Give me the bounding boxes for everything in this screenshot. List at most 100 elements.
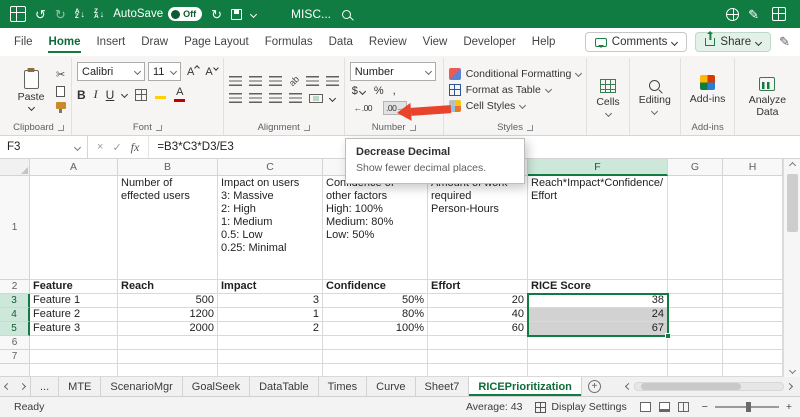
pencil-icon[interactable]: ✎	[748, 8, 759, 21]
tab-insert[interactable]: Insert	[88, 31, 133, 53]
column-header-b[interactable]: B	[118, 159, 218, 176]
cell-styles-button[interactable]: Cell Styles	[448, 99, 582, 112]
italic-button[interactable]: I	[94, 87, 98, 102]
column-header-g[interactable]: G	[668, 159, 723, 176]
cell[interactable]	[323, 336, 428, 350]
apps-grid-icon[interactable]	[772, 7, 786, 21]
underline-button[interactable]: U	[106, 88, 115, 102]
cell[interactable]: Amount of work required Person-Hours	[428, 176, 528, 280]
tab-draw[interactable]: Draw	[133, 31, 176, 53]
sheet-tab-goalseek[interactable]: GoalSeek	[183, 377, 251, 396]
cell[interactable]: 24	[528, 308, 668, 322]
tab-formulas[interactable]: Formulas	[257, 31, 321, 53]
cell[interactable]	[323, 350, 428, 364]
cell[interactable]: Reach	[118, 280, 218, 294]
font-color-button[interactable]: A	[174, 87, 186, 102]
zoom-in-icon[interactable]: +	[786, 401, 792, 413]
column-header-f[interactable]: F	[528, 159, 668, 176]
display-settings-button[interactable]: Display Settings	[535, 401, 627, 413]
tab-review[interactable]: Review	[361, 31, 415, 53]
addins-button[interactable]: Add-ins	[686, 59, 730, 120]
tab-data[interactable]: Data	[321, 31, 361, 53]
cell[interactable]: Feature 2	[30, 308, 118, 322]
underline-chevron-icon[interactable]	[121, 90, 129, 99]
sheet-tab-times[interactable]: Times	[319, 377, 368, 396]
paste-button[interactable]: Paste	[11, 59, 51, 120]
accounting-format-button[interactable]: $	[352, 85, 366, 97]
cell[interactable]	[30, 176, 118, 280]
sort-ascending-icon[interactable]: A Z ↓	[75, 8, 85, 20]
save-icon[interactable]	[231, 8, 242, 20]
sheet-tab-scenariomgr[interactable]: ScenarioMgr	[101, 377, 183, 396]
page-layout-view-icon[interactable]	[658, 402, 670, 412]
insert-function-icon[interactable]: fx	[131, 140, 140, 155]
cell[interactable]	[723, 308, 783, 322]
column-header-c[interactable]: C	[218, 159, 323, 176]
cell[interactable]	[528, 336, 668, 350]
cell[interactable]	[668, 280, 723, 294]
align-top-icon[interactable]	[228, 76, 242, 86]
cell[interactable]	[668, 176, 723, 280]
cell[interactable]	[528, 350, 668, 364]
cell[interactable]: 20	[428, 294, 528, 308]
globe-icon[interactable]	[726, 7, 740, 21]
sheet-tab-overflow[interactable]: ...	[30, 377, 60, 396]
format-painter-icon[interactable]	[56, 102, 66, 113]
sort-descending-icon[interactable]: Z A ↓	[94, 8, 104, 20]
cell[interactable]	[218, 336, 323, 350]
cell[interactable]: Confidence	[323, 280, 428, 294]
align-middle-icon[interactable]	[248, 76, 262, 86]
cell[interactable]	[528, 364, 668, 377]
sheet-tab-curve[interactable]: Curve	[367, 377, 416, 396]
merge-chevron-icon[interactable]	[328, 94, 336, 102]
align-center-icon[interactable]	[248, 93, 262, 103]
tab-view[interactable]: View	[415, 31, 456, 53]
cell[interactable]	[118, 364, 218, 377]
row-header[interactable]: 1	[0, 176, 30, 280]
tab-file[interactable]: File	[6, 31, 41, 53]
name-box[interactable]: F3	[0, 136, 88, 158]
dialog-launcher-icon[interactable]	[303, 124, 310, 131]
cell[interactable]: 67	[528, 322, 668, 336]
cancel-icon[interactable]: ×	[97, 141, 103, 153]
cell[interactable]: 3	[218, 294, 323, 308]
cell[interactable]: Number of effected users	[118, 176, 218, 280]
scrollbar-thumb[interactable]	[641, 383, 741, 390]
cell[interactable]	[723, 322, 783, 336]
format-as-table-button[interactable]: Format as Table	[448, 83, 582, 96]
sheet-tab-sheet7[interactable]: Sheet7	[416, 377, 470, 396]
normal-view-icon[interactable]	[639, 402, 651, 412]
editing-button[interactable]: Editing	[635, 59, 675, 135]
cell[interactable]: Feature	[30, 280, 118, 294]
align-right-icon[interactable]	[268, 93, 282, 103]
tab-developer[interactable]: Developer	[455, 31, 523, 53]
cell[interactable]	[668, 364, 723, 377]
cell[interactable]	[668, 350, 723, 364]
conditional-formatting-button[interactable]: Conditional Formatting	[448, 67, 583, 80]
cell[interactable]	[323, 364, 428, 377]
cell[interactable]: 100%	[323, 322, 428, 336]
cell[interactable]: 2000	[118, 322, 218, 336]
cells-button[interactable]: Cells	[592, 59, 623, 135]
sheet-tab-datatable[interactable]: DataTable	[250, 377, 319, 396]
cell[interactable]: Confidence of other factors High: 100% M…	[323, 176, 428, 280]
bold-button[interactable]: B	[77, 88, 86, 102]
comma-style-button[interactable]: ,	[393, 85, 396, 97]
cell[interactable]: 1	[218, 308, 323, 322]
sheet-nav-left-icon[interactable]	[0, 377, 15, 396]
increase-indent-icon[interactable]	[325, 76, 339, 86]
enter-icon[interactable]: ✓	[112, 141, 121, 154]
sheet-nav-right-icon[interactable]	[15, 377, 30, 396]
row-header[interactable]: 6	[0, 336, 30, 350]
cell[interactable]: 40	[428, 308, 528, 322]
row-header[interactable]: 4	[0, 308, 30, 322]
copy-icon[interactable]	[56, 83, 69, 97]
cell[interactable]	[668, 294, 723, 308]
merge-center-icon[interactable]	[308, 93, 323, 103]
column-header-a[interactable]: A	[30, 159, 118, 176]
cell[interactable]	[30, 336, 118, 350]
font-size-select[interactable]: 11	[148, 62, 181, 81]
cell[interactable]	[428, 364, 528, 377]
new-sheet-button[interactable]: +	[582, 377, 607, 396]
cell[interactable]	[428, 350, 528, 364]
